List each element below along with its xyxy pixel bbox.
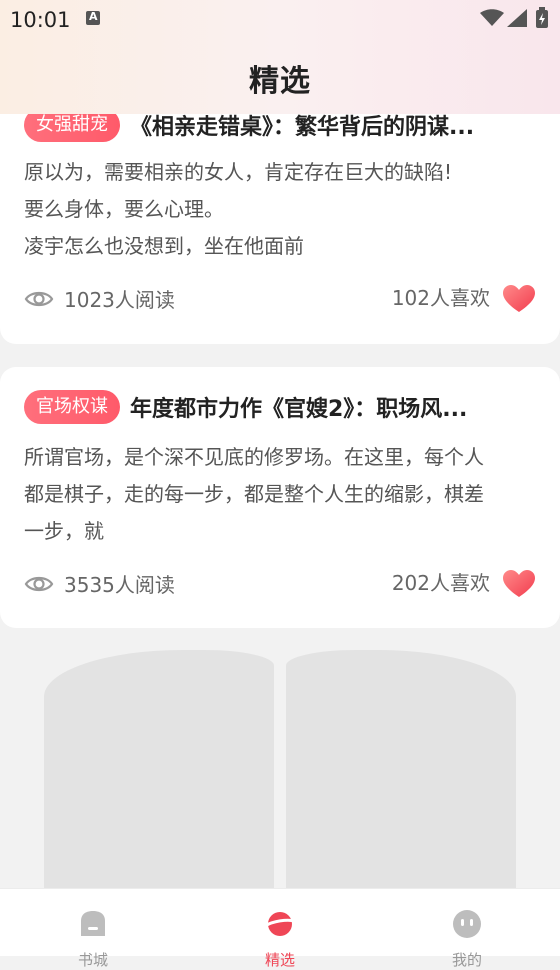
like-count: 202人喜欢 [391,571,490,595]
status-time: 10:01 [10,8,71,32]
article-card[interactable]: 女强甜宠 《相亲走错桌》：繁华背后的阴谋... 原以为，需要相亲的女人，肯定存在… [0,94,560,344]
book-page-right [286,650,516,910]
read-count: 3535人阅读 [64,573,175,597]
page-title: 精选 [249,64,311,99]
excerpt-line: 所谓官场，是个深不见底的修罗场。在这里，每个人 [24,445,484,469]
battery-icon [536,7,548,28]
tab-profile[interactable]: 我的 [374,889,560,969]
article-stats: 1023人阅读 102人喜欢 [24,282,536,316]
profile-icon [453,910,481,938]
loading-book-placeholder [44,650,516,910]
heart-icon[interactable] [502,569,536,599]
top-bar: 10:01 精选 [0,0,560,114]
category-tag: 官场权谋 [24,390,120,424]
excerpt-line: 都是棋子，走的每一步，都是整个人生的缩影，棋差 [24,482,484,506]
tab-label: 书城 [77,951,108,969]
excerpt-line: 原以为，需要相亲的女人，肯定存在巨大的缺陷! [24,160,453,184]
eye-icon [24,576,54,592]
article-head: 官场权谋 年度都市力作《官嫂2》：职场风... [24,390,520,424]
planet-icon [265,912,295,936]
article-excerpt: 所谓官场，是个深不见底的修罗场。在这里，每个人 都是棋子，走的每一步，都是整个人… [24,439,536,550]
tab-bookstore[interactable]: 书城 [0,889,186,969]
bookstore-icon [81,911,105,936]
excerpt-line: 一步，就 [24,519,104,543]
article-stats: 3535人阅读 202人喜欢 [24,567,536,601]
excerpt-line: 凌宇怎么也没想到，坐在他面前 [24,234,304,258]
read-count: 1023人阅读 [64,288,175,312]
article-card[interactable]: 官场权谋 年度都市力作《官嫂2》：职场风... 所谓官场，是个深不见底的修罗场。… [0,367,560,628]
content-area: 女强甜宠 《相亲走错桌》：繁华背后的阴谋... 原以为，需要相亲的女人，肯定存在… [0,0,560,955]
notification-a-icon [86,10,100,25]
excerpt-line: 要么身体，要么心理。 [24,197,224,221]
tab-label: 我的 [451,951,482,969]
tab-featured[interactable]: 精选 [187,889,373,969]
eye-icon [24,291,54,307]
like-count: 102人喜欢 [391,286,490,310]
signal-icon [507,9,527,27]
status-bar: 10:01 [0,0,560,40]
book-page-left [44,650,274,910]
wifi-icon [480,9,504,26]
article-excerpt: 原以为，需要相亲的女人，肯定存在巨大的缺陷! 要么身体，要么心理。 凌宇怎么也没… [24,154,536,265]
article-title[interactable]: 年度都市力作《官嫂2》：职场风... [130,391,520,423]
bottom-tab-bar: 书城 精选 我的 [0,888,560,969]
heart-icon[interactable] [502,284,536,314]
tab-label: 精选 [264,951,295,969]
